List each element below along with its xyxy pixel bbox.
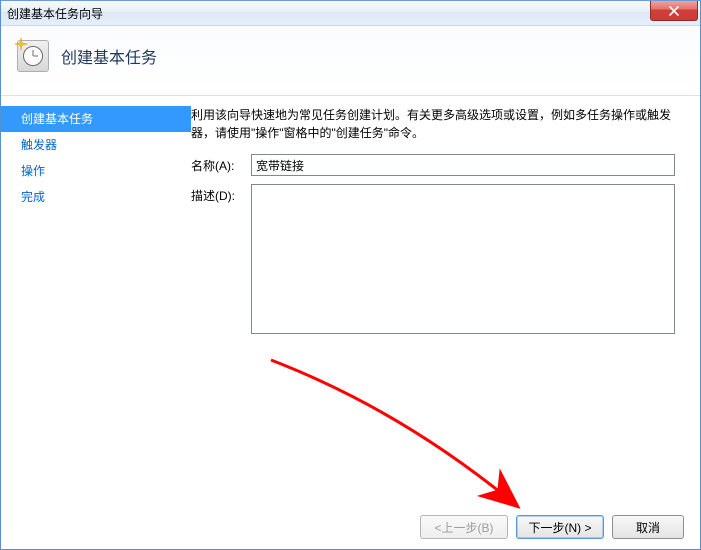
clock-icon (23, 46, 43, 66)
close-icon (669, 6, 679, 16)
close-button[interactable] (650, 1, 698, 21)
intro-text: 利用该向导快速地为常见任务创建计划。有关更多高级选项或设置，例如多任务操作或触发… (191, 106, 682, 142)
sidebar-item-trigger[interactable]: 触发器 (1, 132, 191, 158)
page-heading: 创建基本任务 (61, 44, 157, 68)
description-field-row: 描述(D): (191, 184, 682, 334)
name-input[interactable] (251, 154, 675, 176)
sidebar-item-create-task[interactable]: 创建基本任务 (1, 106, 191, 132)
description-label: 描述(D): (191, 184, 251, 334)
sidebar-item-finish[interactable]: 完成 (1, 184, 191, 210)
window-title: 创建基本任务向导 (7, 5, 103, 22)
wizard-window: 创建基本任务向导 创建基本任务 创建基本任务 触发器 (0, 0, 701, 550)
sidebar-item-label: 创建基本任务 (21, 112, 93, 126)
back-button: <上一步(B) (420, 515, 508, 539)
sidebar-item-label: 触发器 (21, 138, 57, 152)
wizard-body: 创建基本任务 触发器 操作 完成 利用该向导快速地为常见任务创建计划。有关更多高… (1, 96, 700, 501)
next-button[interactable]: 下一步(N) > (516, 515, 604, 539)
sidebar-item-label: 操作 (21, 164, 45, 178)
name-field-row: 名称(A): (191, 154, 682, 176)
name-label: 名称(A): (191, 154, 251, 176)
sidebar-item-label: 完成 (21, 190, 45, 204)
sidebar-item-action[interactable]: 操作 (1, 158, 191, 184)
wizard-main-pane: 利用该向导快速地为常见任务创建计划。有关更多高级选项或设置，例如多任务操作或触发… (191, 96, 700, 501)
cancel-button[interactable]: 取消 (612, 515, 684, 539)
scheduled-task-icon (17, 40, 49, 72)
titlebar: 创建基本任务向导 (1, 0, 700, 26)
wizard-steps-sidebar: 创建基本任务 触发器 操作 完成 (1, 96, 191, 501)
wizard-header: 创建基本任务 (1, 26, 700, 96)
description-input[interactable] (251, 184, 675, 334)
wizard-button-bar: <上一步(B) 下一步(N) > 取消 (420, 515, 684, 539)
